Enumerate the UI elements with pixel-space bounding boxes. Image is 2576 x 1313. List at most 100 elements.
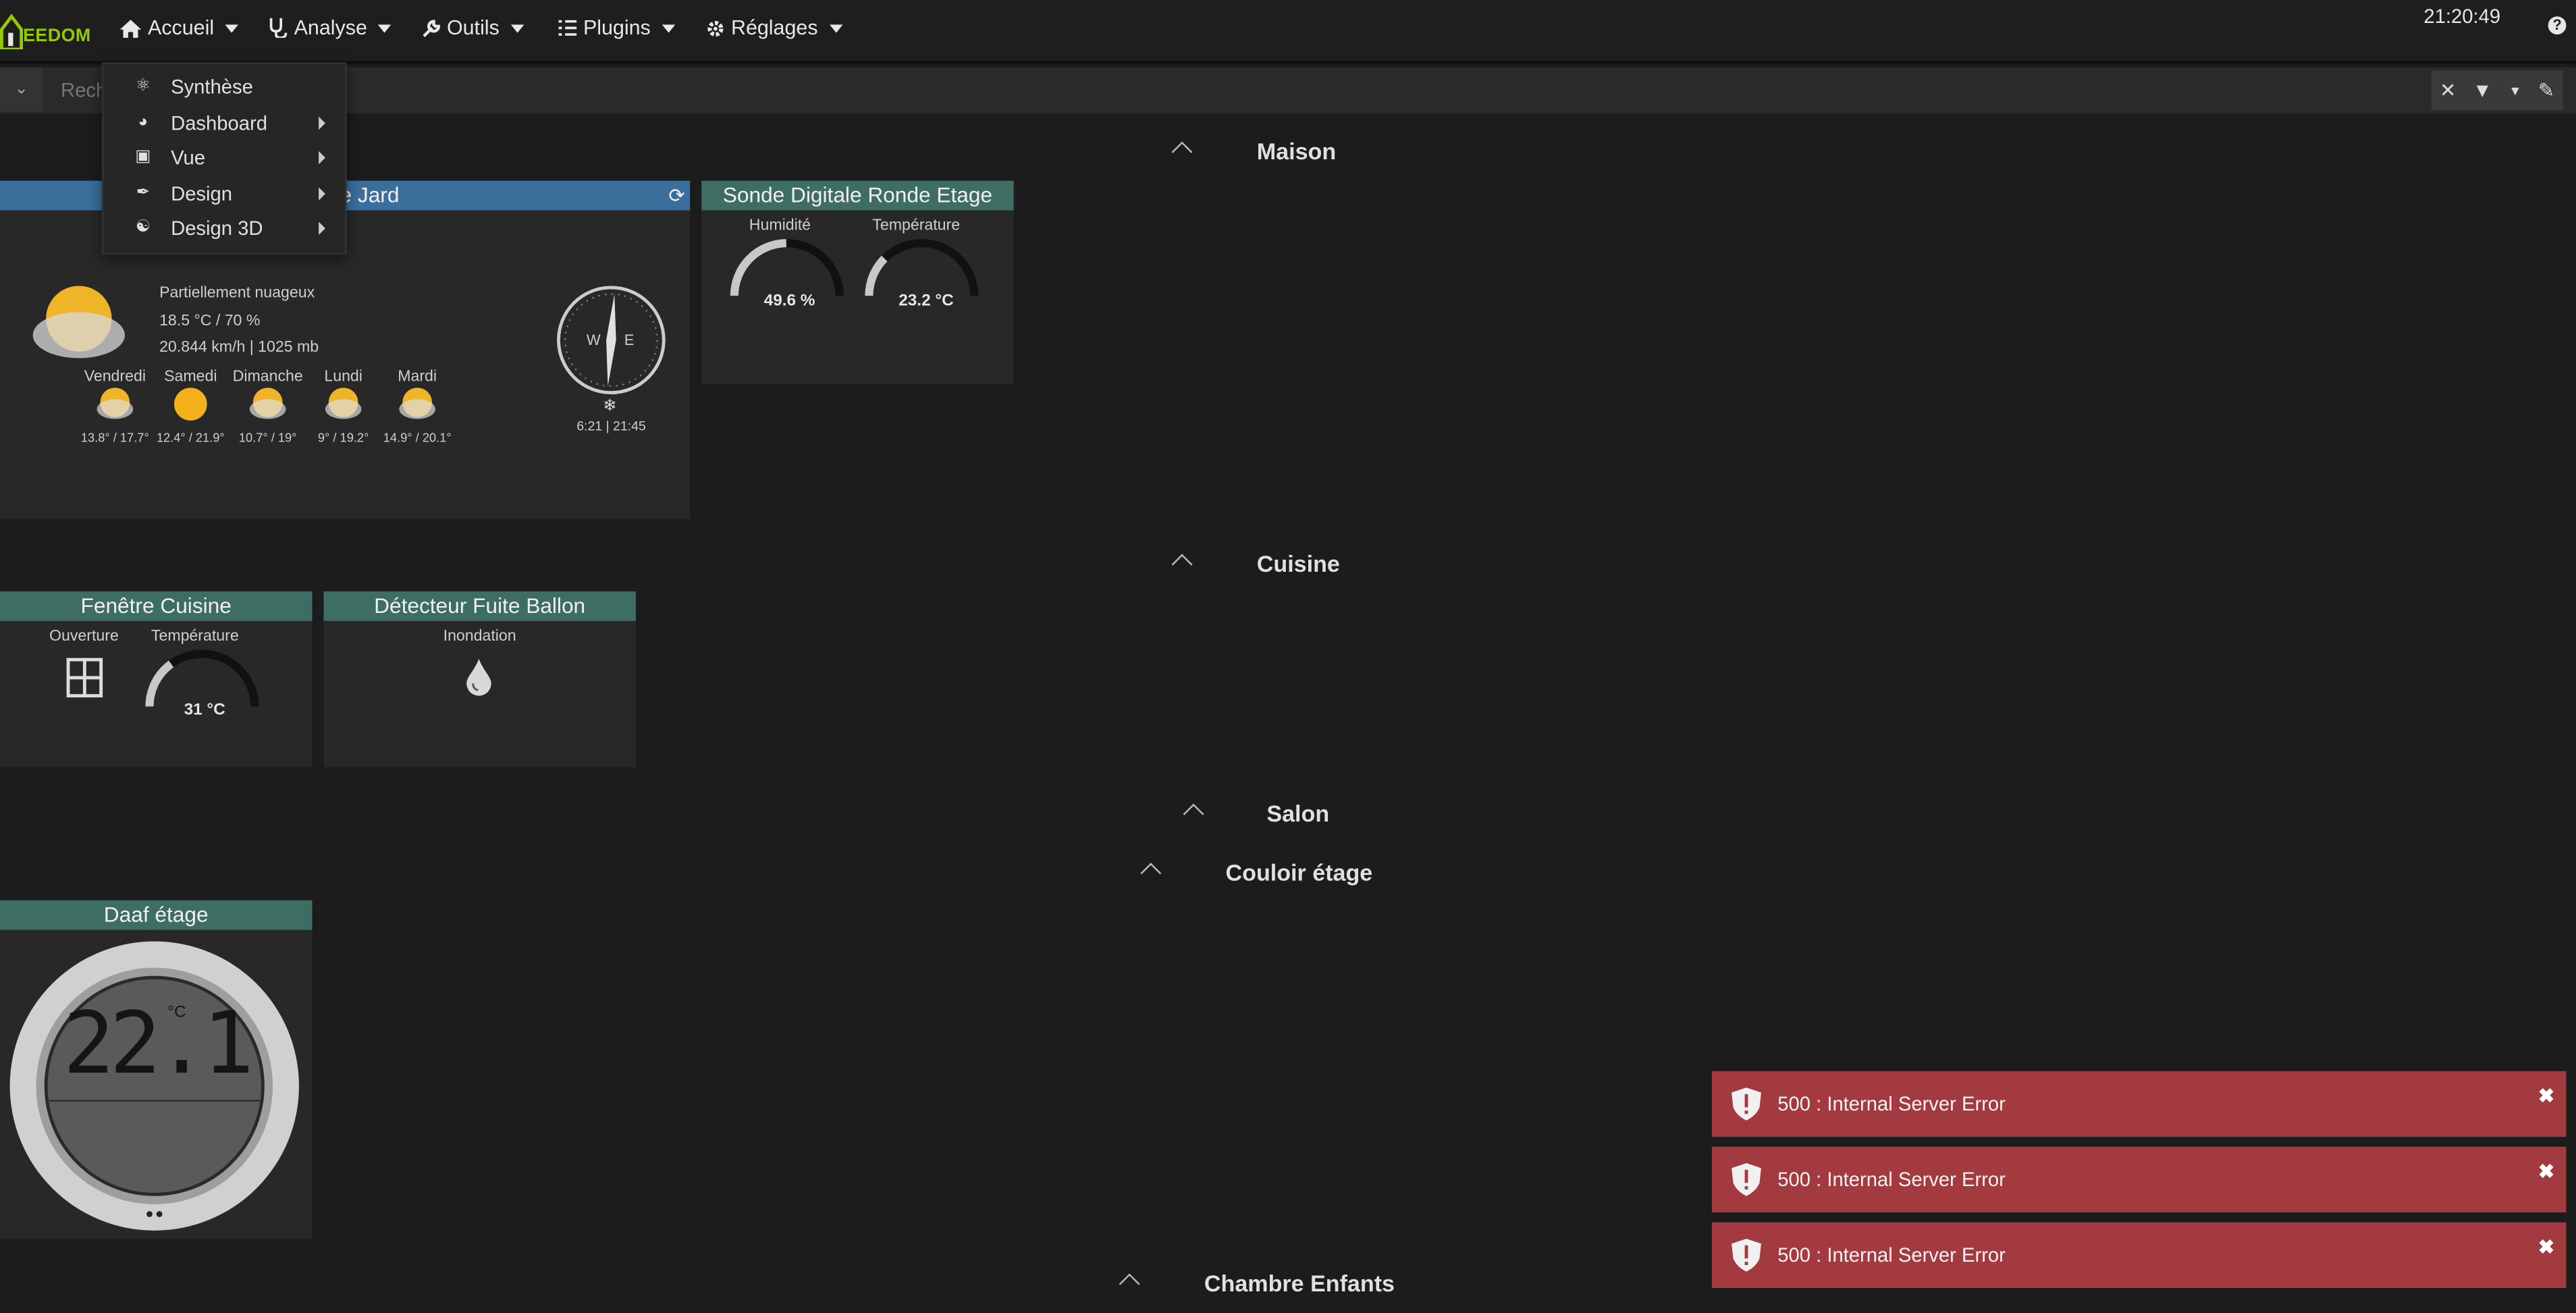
gear-icon	[707, 20, 724, 36]
chevron-down-icon[interactable]: ⌄	[0, 67, 43, 112]
shield-warning-icon	[1732, 1239, 1761, 1272]
edit-pencil-icon[interactable]: ✎	[2538, 79, 2554, 102]
sun-icon	[173, 387, 207, 421]
forecast-day: Dimanche 10.7° / 19°	[228, 368, 307, 445]
partly-cloudy-icon	[399, 387, 435, 419]
forecast-range: 9° / 19.2°	[317, 430, 369, 446]
section-title-maison: Maison	[1256, 138, 1337, 165]
humidity-value: 49.6 %	[763, 292, 815, 311]
help-icon[interactable]: ?	[2548, 16, 2567, 35]
nav-outils-label: Outils	[446, 16, 500, 40]
forecast-range: 10.7° / 19°	[238, 430, 297, 446]
error-notification: 500 : Internal Server Error ✖	[1711, 1071, 2567, 1137]
window-icon	[66, 658, 103, 698]
menu-item-synthese[interactable]: ⚛ Synthèse	[103, 69, 345, 103]
forecast-day: Vendredi 13.8° / 17.7°	[74, 368, 157, 445]
chevron-down-icon	[225, 24, 239, 32]
chevron-right-icon	[319, 221, 325, 236]
nav-plugins[interactable]: Plugins	[558, 16, 676, 40]
sunrise-icon: ❄	[603, 397, 617, 416]
menu-item-label: Synthèse	[171, 74, 253, 98]
widget-title: Daaf étage	[0, 900, 313, 930]
nav-accueil-label: Accueil	[148, 16, 215, 40]
partly-cloudy-icon	[249, 387, 286, 419]
forecast-range: 14.9° / 20.1°	[383, 430, 452, 446]
close-icon[interactable]: ✖	[2538, 1084, 2554, 1107]
nav-analyse[interactable]: Analyse	[269, 16, 392, 39]
flood-label: Inondation	[443, 627, 516, 646]
sonde-widget: Sonde Digitale Ronde Etage Humidité 49.6…	[701, 180, 1014, 385]
shield-warning-icon	[1732, 1088, 1761, 1121]
sun-times: 6:21 | 21:45	[576, 419, 646, 434]
forecast-day-name: Samedi	[164, 368, 217, 386]
clear-search-icon[interactable]: ✕	[2440, 79, 2456, 102]
notification-message: 500 : Internal Server Error	[1777, 1243, 2006, 1267]
temperature-value: 31 °C	[184, 701, 225, 720]
forecast-day: Samedi 12.4° / 21.9°	[151, 368, 230, 445]
menu-item-label: Vue	[171, 145, 205, 169]
chevron-right-icon	[319, 116, 325, 130]
menu-item-dashboard[interactable]: ◕ Dashboard	[103, 105, 345, 140]
collapse-chevron-icon[interactable]	[1140, 863, 1162, 884]
menu-item-label: Design 3D	[171, 216, 263, 240]
forecast-day-name: Mardi	[398, 368, 437, 386]
compass-e: E	[624, 331, 635, 348]
error-notification: 500 : Internal Server Error ✖	[1711, 1146, 2567, 1213]
home-icon	[119, 18, 142, 37]
close-icon[interactable]: ✖	[2538, 1235, 2554, 1258]
list-icon	[558, 20, 577, 36]
section-title-salon: Salon	[1266, 800, 1330, 827]
compass-w: W	[586, 331, 601, 348]
chevron-right-icon	[319, 151, 325, 165]
menu-item-vue[interactable]: ▣ Vue	[103, 140, 345, 174]
accueil-dropdown-menu: ⚛ Synthèse ◕ Dashboard ▣ Vue ✒ Design ☯ …	[101, 62, 347, 255]
nav-plugins-label: Plugins	[583, 16, 651, 40]
nav-outils[interactable]: Outils	[422, 16, 525, 40]
opening-label: Ouverture	[49, 627, 119, 646]
chevron-down-icon	[378, 24, 392, 32]
clock: 21:20:49	[2423, 5, 2501, 28]
section-title-chambre: Chambre Enfants	[1204, 1270, 1395, 1297]
filter-icon[interactable]: ▼	[2473, 79, 2492, 102]
paintbrush-icon: ✒	[136, 184, 150, 203]
forecast-day-name: Vendredi	[84, 368, 146, 386]
menu-item-design-3d[interactable]: ☯ Design 3D	[103, 211, 345, 245]
close-icon[interactable]: ✖	[2538, 1160, 2554, 1183]
chevron-down-icon[interactable]: ▼	[2508, 83, 2521, 98]
forecast-day: Lundi 9° / 19.2°	[304, 368, 383, 445]
shield-warning-icon	[1732, 1163, 1761, 1196]
collapse-chevron-icon[interactable]	[1183, 803, 1204, 825]
search-bar: ⌄ ✕ ▼ ▼ ✎	[0, 67, 2576, 113]
fuite-ballon-widget: Détecteur Fuite Ballon Inondation	[323, 591, 636, 768]
collapse-chevron-icon[interactable]	[1171, 141, 1193, 163]
forecast-day: Mardi 14.9° / 20.1°	[378, 368, 457, 445]
search-input[interactable]	[49, 67, 2438, 112]
forecast-range: 13.8° / 17.7°	[80, 430, 149, 446]
image-icon: ▣	[135, 148, 151, 166]
widget-title: Sonde Digitale Ronde Etage	[701, 180, 1014, 211]
dashboard-icon: ◕	[138, 113, 149, 132]
nav-reglages-label: Réglages	[730, 16, 818, 40]
section-title-cuisine: Cuisine	[1256, 550, 1340, 577]
forecast-day-name: Lundi	[324, 368, 363, 386]
jeedom-logo[interactable]: EEDOM	[0, 10, 95, 50]
wrench-icon	[423, 19, 440, 36]
humidity-label: Humidité	[749, 217, 811, 236]
notification-message: 500 : Internal Server Error	[1777, 1168, 2006, 1191]
menu-item-label: Dashboard	[171, 111, 268, 134]
nav-accueil[interactable]: Accueil	[119, 16, 239, 40]
collapse-chevron-icon[interactable]	[1119, 1273, 1140, 1295]
notification-message: 500 : Internal Server Error	[1777, 1092, 2006, 1116]
chevron-down-icon	[829, 24, 843, 32]
chevron-down-icon	[662, 24, 676, 32]
collapse-chevron-icon[interactable]	[1171, 554, 1193, 575]
cubes-icon: ☯	[135, 218, 151, 237]
weather-temp-humidity: 18.5 °C / 70 %	[159, 312, 261, 331]
widget-title: Fenêtre Cuisine	[0, 591, 313, 621]
nav-reglages[interactable]: Réglages	[706, 16, 843, 40]
menu-item-label: Design	[171, 181, 233, 205]
menu-item-design[interactable]: ✒ Design	[103, 176, 345, 210]
fenetre-cuisine-widget: Fenêtre Cuisine Ouverture Température 31…	[0, 591, 313, 768]
refresh-icon[interactable]: ⟳	[668, 181, 685, 211]
temperature-label: Température	[151, 627, 239, 646]
